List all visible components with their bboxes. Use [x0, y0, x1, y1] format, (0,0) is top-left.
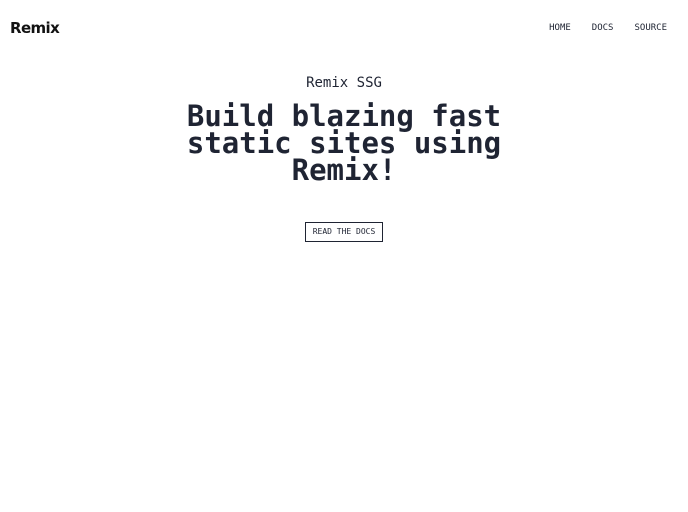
remix-logo[interactable]: Remix [10, 19, 60, 37]
hero-section: Remix SSG Build blazing fast static site… [0, 74, 688, 242]
nav-link-home[interactable]: HOME [549, 22, 571, 34]
hero-eyebrow: Remix SSG [306, 75, 382, 91]
main-nav: HOME DOCS SOURCE [549, 22, 667, 34]
hero-headline: Build blazing fast static sites using Re… [186, 99, 502, 187]
nav-link-source[interactable]: SOURCE [634, 22, 667, 34]
read-the-docs-button[interactable]: READ THE DOCS [304, 222, 384, 242]
nav-link-docs[interactable]: DOCS [592, 22, 614, 34]
site-header: Remix HOME DOCS SOURCE [0, 0, 688, 56]
